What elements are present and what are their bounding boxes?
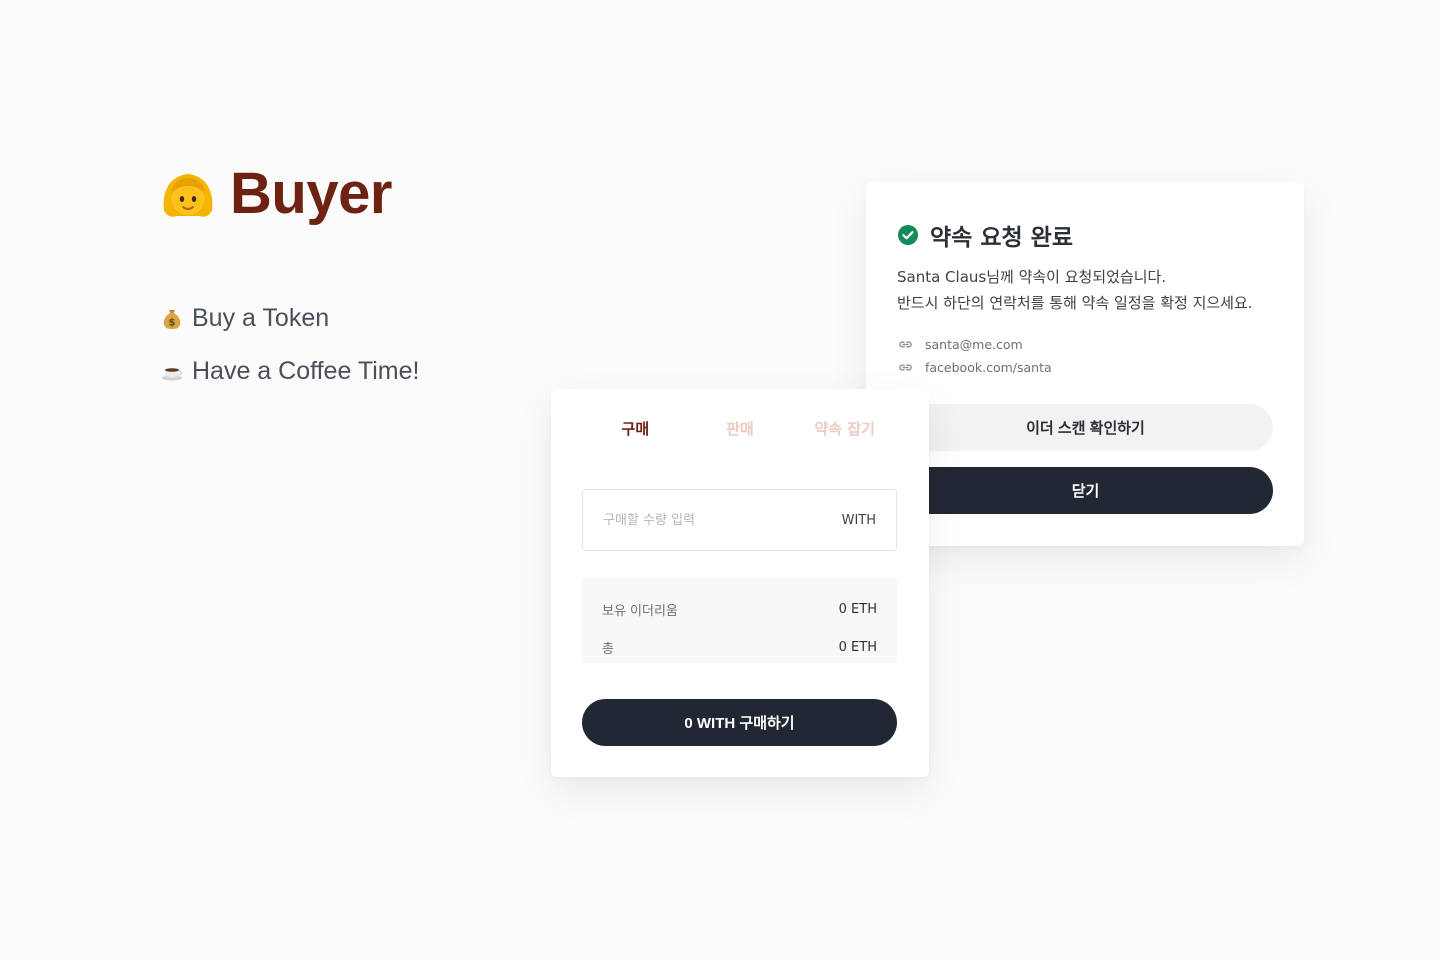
appointment-confirm-dialog: 약속 요청 완료 Santa Claus님께 약속이 요청되었습니다. 반드시 … — [866, 182, 1304, 546]
summary-value: 0 ETH — [838, 601, 877, 617]
contact-text: santa@me.com — [925, 337, 1023, 352]
dialog-message: Santa Claus님께 약속이 요청되었습니다. 반드시 하단의 연락처를 … — [897, 264, 1253, 316]
tab-sell[interactable]: 판매 — [688, 417, 793, 441]
menu-item-label: Buy a Token — [192, 303, 330, 332]
trade-panel: 구매 판매 약속 잡기 WITH 보유 이더리움 0 ETH 총 0 ETH 0… — [551, 389, 929, 777]
menu-item-label: Have a Coffee Time! — [192, 356, 420, 385]
tab-buy[interactable]: 구매 — [583, 417, 688, 441]
balance-summary: 보유 이더리움 0 ETH 총 0 ETH — [582, 578, 897, 663]
tab-appointment[interactable]: 약속 잡기 — [792, 417, 897, 441]
summary-row-total: 총 0 ETH — [602, 628, 877, 666]
summary-row-balance: 보유 이더리움 0 ETH — [602, 590, 877, 628]
link-icon — [898, 337, 913, 352]
contact-list: santa@me.com facebook.com/santa — [898, 333, 1052, 379]
svg-text:$: $ — [169, 318, 176, 329]
check-circle-icon — [898, 225, 918, 245]
link-icon — [898, 360, 913, 375]
summary-label: 총 — [602, 641, 614, 657]
trade-tabs: 구매 판매 약속 잡기 — [583, 417, 897, 441]
amount-input[interactable] — [603, 512, 842, 528]
ether-scan-button[interactable]: 이더 스캔 확인하기 — [898, 404, 1273, 451]
page: Buyer $ Buy a Token Have a Coffee Time! … — [0, 0, 1440, 960]
contact-email[interactable]: santa@me.com — [898, 333, 1052, 356]
dialog-message-line: Santa Claus님께 약속이 요청되었습니다. — [897, 268, 1167, 286]
dialog-message-line: 반드시 하단의 연락처를 통해 약속 일정을 확정 지으세요. — [897, 294, 1253, 312]
contact-facebook[interactable]: facebook.com/santa — [898, 356, 1052, 379]
close-button[interactable]: 닫기 — [898, 467, 1273, 514]
feature-menu: $ Buy a Token Have a Coffee Time! — [160, 300, 419, 406]
dialog-header: 약속 요청 완료 — [898, 218, 1073, 252]
person-blond-hair-emoji — [160, 166, 216, 222]
summary-value: 0 ETH — [838, 639, 877, 655]
menu-item-buy-token[interactable]: $ Buy a Token — [160, 300, 419, 336]
summary-label: 보유 이더리움 — [602, 603, 678, 619]
coffee-cup-icon — [160, 359, 184, 383]
contact-text: facebook.com/santa — [925, 360, 1052, 375]
amount-field: WITH — [582, 489, 897, 551]
amount-unit: WITH — [841, 512, 876, 528]
buy-button[interactable]: 0 WITH 구매하기 — [582, 699, 897, 746]
money-bag-icon: $ — [160, 306, 184, 330]
page-title: Buyer — [230, 161, 392, 226]
menu-item-coffee-time[interactable]: Have a Coffee Time! — [160, 353, 419, 389]
page-heading: Buyer — [160, 160, 392, 227]
dialog-title: 약속 요청 완료 — [930, 225, 1073, 251]
